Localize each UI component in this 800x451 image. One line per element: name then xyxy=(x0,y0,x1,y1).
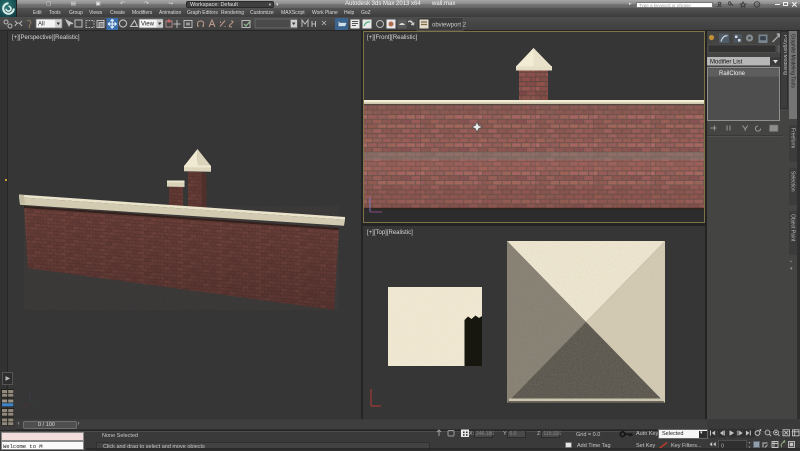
svg-text:[+][Front][Realistic]: [+][Front][Realistic] xyxy=(367,35,418,41)
svg-text:[+][Top][Realistic]: [+][Top][Realistic] xyxy=(367,230,413,236)
svg-text:View: View xyxy=(141,22,155,28)
svg-text:Modifier List: Modifier List xyxy=(710,59,743,65)
svg-text:obviewport 2: obviewport 2 xyxy=(432,22,467,28)
svg-text:All: All xyxy=(38,22,45,28)
svg-text:[+][Perspective][Realistic]: [+][Perspective][Realistic] xyxy=(12,35,80,41)
svg-text:RailClone: RailClone xyxy=(719,71,746,77)
